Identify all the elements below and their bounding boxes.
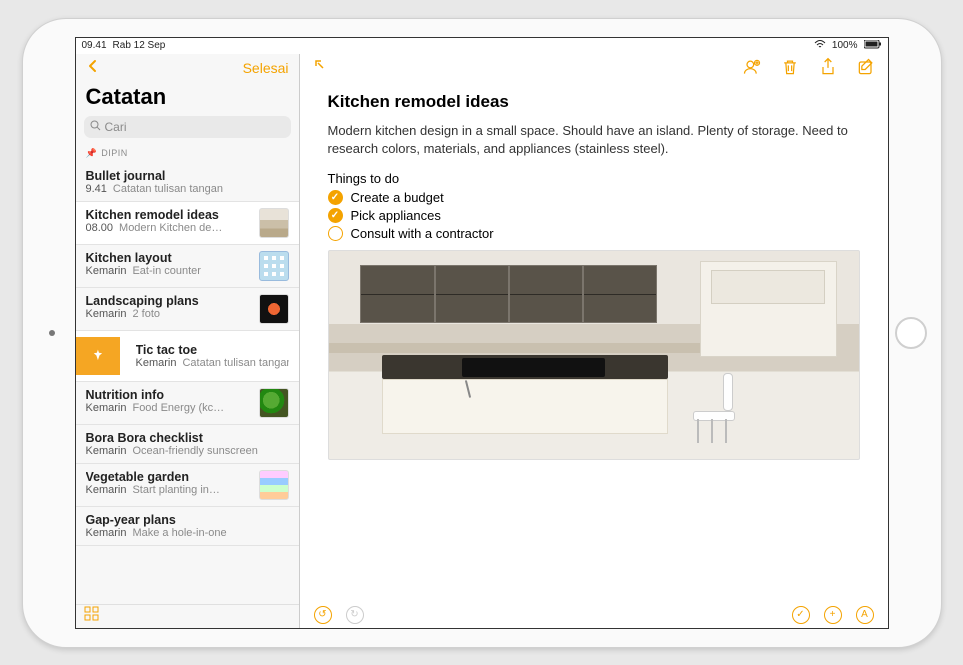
item-preview: Make a hole-in-one bbox=[132, 527, 226, 539]
checkbox-checked-icon[interactable] bbox=[328, 190, 343, 205]
item-time: Kemarin bbox=[86, 484, 127, 496]
search-placeholder: Cari bbox=[105, 120, 127, 134]
item-time: Kemarin bbox=[86, 445, 127, 457]
item-title: Gap-year plans bbox=[86, 513, 289, 527]
front-camera bbox=[49, 330, 55, 336]
undo-button[interactable]: ↺ bbox=[314, 606, 332, 624]
item-title: Landscaping plans bbox=[86, 294, 253, 308]
compose-icon[interactable] bbox=[856, 57, 876, 82]
item-title: Kitchen remodel ideas bbox=[86, 208, 253, 222]
notes-list[interactable]: Bullet journal 9.41 Catatan tulisan tanga… bbox=[76, 163, 299, 604]
done-button[interactable]: Selesai bbox=[243, 60, 289, 76]
add-button[interactable]: + bbox=[824, 606, 842, 624]
checkbox-unchecked-icon[interactable] bbox=[328, 226, 343, 241]
note-detail: Kitchen remodel ideas Modern kitchen des… bbox=[300, 54, 888, 628]
note-bottom-toolbar: ↺ ↻ ✓ + A bbox=[300, 602, 888, 628]
todo-item[interactable]: Pick appliances bbox=[328, 208, 860, 223]
note-attachment-image[interactable] bbox=[328, 250, 860, 460]
grid-view-icon[interactable] bbox=[84, 606, 100, 627]
trash-icon[interactable] bbox=[780, 57, 800, 82]
ipad-frame: 09.41 Rab 12 Sep 100% Selesai Catatan bbox=[22, 18, 942, 648]
share-icon[interactable] bbox=[818, 57, 838, 82]
item-preview: Food Energy (kc… bbox=[132, 402, 224, 414]
expand-icon[interactable] bbox=[312, 57, 332, 82]
item-thumbnail bbox=[259, 470, 289, 500]
list-item[interactable]: Nutrition info Kemarin Food Energy (kc… bbox=[76, 382, 299, 425]
todo-text[interactable]: Consult with a contractor bbox=[351, 226, 494, 241]
todo-item[interactable]: Create a budget bbox=[328, 190, 860, 205]
item-preview: Catatan tulisan tangan bbox=[182, 357, 288, 369]
item-thumbnail bbox=[259, 251, 289, 281]
item-thumbnail bbox=[259, 208, 289, 238]
wifi-icon bbox=[814, 39, 826, 52]
todo-text[interactable]: Pick appliances bbox=[351, 208, 441, 223]
item-preview: Ocean-friendly sunscreen bbox=[132, 445, 257, 457]
item-title: Vegetable garden bbox=[86, 470, 253, 484]
todo-item[interactable]: Consult with a contractor bbox=[328, 226, 860, 241]
redo-button: ↻ bbox=[346, 606, 364, 624]
item-thumbnail bbox=[259, 388, 289, 418]
search-input[interactable]: Cari bbox=[84, 116, 291, 138]
pinned-label: DIPIN bbox=[101, 148, 128, 158]
item-preview: Modern Kitchen de… bbox=[119, 222, 222, 234]
item-time: Kemarin bbox=[86, 527, 127, 539]
list-item-swiped[interactable]: Tic tac toe Kemarin Catatan tulisan tanga… bbox=[76, 331, 299, 382]
sidebar: Selesai Catatan Cari 📌 DIPIN Bull bbox=[76, 54, 300, 628]
sidebar-bottom-toolbar bbox=[76, 604, 299, 628]
item-title: Kitchen layout bbox=[86, 251, 253, 265]
status-date: Rab 12 Sep bbox=[113, 40, 166, 51]
home-button[interactable] bbox=[895, 317, 927, 349]
item-preview: Eat-in counter bbox=[132, 265, 200, 277]
todo-header[interactable]: Things to do bbox=[328, 171, 860, 186]
item-time: 08.00 bbox=[86, 222, 114, 234]
checkbox-checked-icon[interactable] bbox=[328, 208, 343, 223]
markup-button[interactable]: A bbox=[856, 606, 874, 624]
pin-action-button[interactable] bbox=[76, 337, 120, 375]
back-button[interactable] bbox=[86, 57, 100, 78]
pin-icon: 📌 bbox=[86, 148, 98, 159]
item-preview: 2 foto bbox=[132, 308, 160, 320]
list-item[interactable]: Kitchen layout Kemarin Eat-in counter bbox=[76, 245, 299, 288]
item-title: Bora Bora checklist bbox=[86, 431, 289, 445]
note-description[interactable]: Modern kitchen design in a small space. … bbox=[328, 122, 860, 160]
list-item[interactable]: Vegetable garden Kemarin Start planting i… bbox=[76, 464, 299, 507]
item-title: Tic tac toe bbox=[136, 343, 289, 357]
item-title: Nutrition info bbox=[86, 388, 253, 402]
battery-icon bbox=[864, 40, 882, 52]
add-people-icon[interactable] bbox=[742, 57, 762, 82]
note-toolbar bbox=[300, 54, 888, 86]
list-item[interactable]: Kitchen remodel ideas 08.00 Modern Kitche… bbox=[76, 202, 299, 245]
list-item[interactable]: Gap-year plans Kemarin Make a hole-in-one bbox=[76, 507, 299, 546]
screen: 09.41 Rab 12 Sep 100% Selesai Catatan bbox=[75, 37, 889, 629]
item-title: Bullet journal bbox=[86, 169, 289, 183]
note-title[interactable]: Kitchen remodel ideas bbox=[328, 92, 860, 112]
search-icon bbox=[90, 120, 101, 134]
item-time: 9.41 bbox=[86, 183, 107, 195]
item-preview: Catatan tulisan tangan bbox=[113, 183, 223, 195]
item-time: Kemarin bbox=[86, 265, 127, 277]
todo-text[interactable]: Create a budget bbox=[351, 190, 444, 205]
status-bar: 09.41 Rab 12 Sep 100% bbox=[76, 38, 888, 54]
item-time: Kemarin bbox=[86, 308, 127, 320]
item-time: Kemarin bbox=[86, 402, 127, 414]
item-thumbnail bbox=[259, 294, 289, 324]
list-item[interactable]: Bora Bora checklist Kemarin Ocean-friendl… bbox=[76, 425, 299, 464]
status-time: 09.41 bbox=[82, 40, 107, 51]
item-time: Kemarin bbox=[136, 357, 177, 369]
note-content[interactable]: Kitchen remodel ideas Modern kitchen des… bbox=[300, 86, 888, 602]
battery-percent: 100% bbox=[832, 40, 858, 51]
list-item[interactable]: Landscaping plans Kemarin 2 foto bbox=[76, 288, 299, 331]
list-item[interactable]: Bullet journal 9.41 Catatan tulisan tanga… bbox=[76, 163, 299, 202]
folder-title: Catatan bbox=[76, 82, 299, 116]
checklist-button[interactable]: ✓ bbox=[792, 606, 810, 624]
item-preview: Start planting in… bbox=[132, 484, 219, 496]
pinned-section-header: 📌 DIPIN bbox=[76, 144, 299, 163]
